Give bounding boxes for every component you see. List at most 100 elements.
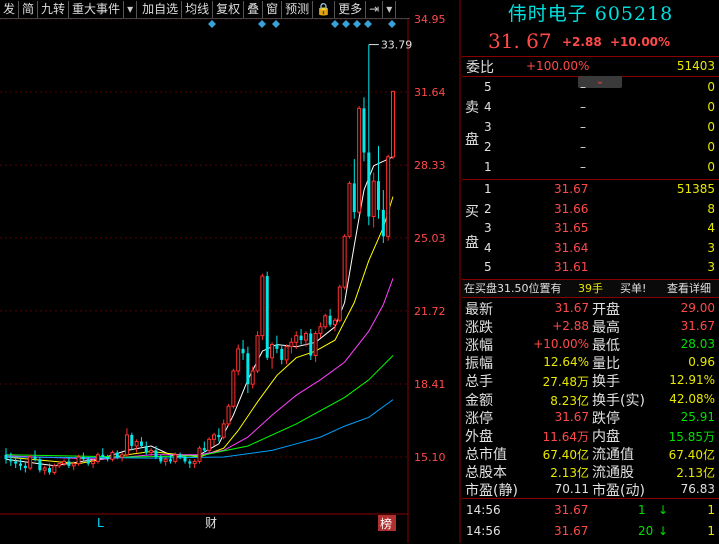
sell-level-row[interactable]: 2 – 0 xyxy=(462,138,719,157)
weibi-label: 委比 xyxy=(466,60,494,76)
stat-row: 振幅 12.64% 量比 0.96 xyxy=(462,353,719,372)
weibi-row: 委比 +100.00% 51403 xyxy=(462,57,719,76)
candle-body xyxy=(71,463,76,467)
candle-body xyxy=(178,454,182,457)
stat-row: 总股本 2.13亿 流通股 2.13亿 xyxy=(462,462,719,481)
status-hands: 39手 xyxy=(578,282,603,295)
chevron-down-icon[interactable]: ▾ xyxy=(383,0,397,18)
candle-body xyxy=(76,456,81,465)
toolbar-overlay-button[interactable]: 叠 xyxy=(244,0,264,18)
buy-level-row[interactable]: 1 31.67 51385 xyxy=(462,180,719,199)
trade-row[interactable]: 14:56 31.67 1 ↓ 1 xyxy=(462,501,719,523)
sell-price: – xyxy=(580,140,586,154)
stat-label: 最高 xyxy=(592,320,620,337)
stat-label: 流通值 xyxy=(592,446,634,463)
candle-body xyxy=(130,434,134,446)
stat-row: 涨停 31.67 跌停 25.91 xyxy=(462,408,719,427)
expand-icon[interactable]: ⇥ xyxy=(366,0,384,18)
candle-body xyxy=(38,459,42,471)
toolbar-adjust-button[interactable]: 复权 xyxy=(213,0,245,18)
stat-value: 12.91% xyxy=(669,373,715,388)
candle-body xyxy=(303,332,308,341)
toolbar-more-button[interactable]: 更多 xyxy=(335,0,367,18)
candle-body xyxy=(337,286,342,321)
stat-value: 8.23亿 xyxy=(550,393,589,408)
stat-value: +2.88 xyxy=(552,319,589,334)
candle-body xyxy=(323,315,328,328)
stat-label: 振幅 xyxy=(465,356,493,373)
sell-level: 2 xyxy=(484,140,492,154)
buy-level-row[interactable]: 5 31.61 3 xyxy=(462,258,719,277)
trade-row[interactable]: 14:56 31.67 20 ↓ 1 xyxy=(462,522,719,544)
divider xyxy=(462,498,719,499)
toolbar-forecast-button[interactable]: 预测 xyxy=(282,0,314,18)
buy-level: 1 xyxy=(484,182,492,196)
candle-body xyxy=(14,461,18,464)
event-marker-icon xyxy=(331,20,339,28)
current-price: 31. 67 xyxy=(488,29,552,53)
price-tick-label: 31.64 xyxy=(414,86,446,99)
toolbar-add-favorite-button[interactable]: 加自选 xyxy=(139,0,183,18)
candle-body xyxy=(139,441,143,446)
ma-line-ma30 xyxy=(5,355,394,458)
view-detail-link[interactable]: 查看详细 xyxy=(667,280,711,297)
stat-label: 涨跌 xyxy=(465,320,493,337)
candle-body xyxy=(52,465,57,473)
candle-body xyxy=(159,457,163,462)
candle-body xyxy=(332,319,337,326)
stock-title[interactable]: 伟时电子 605218 xyxy=(462,0,719,28)
sell-level: 3 xyxy=(484,120,492,134)
candle-body xyxy=(144,445,148,453)
candle-body xyxy=(67,461,71,466)
buy-level-row[interactable]: 2 31.66 8 xyxy=(462,200,719,219)
lock-icon[interactable]: 🔒 xyxy=(313,0,336,18)
candle-body xyxy=(163,458,168,462)
candle-body xyxy=(367,152,371,217)
event-l-marker: L xyxy=(97,516,104,530)
stat-value: 15.85万 xyxy=(668,429,715,444)
toolbar-dropdown-icon[interactable]: ▾ xyxy=(124,0,138,18)
candle-body xyxy=(294,335,299,343)
ma-line-ma5 xyxy=(5,156,394,467)
stat-value: 67.40亿 xyxy=(668,447,715,462)
buy-level-row[interactable]: 3 31.65 4 xyxy=(462,219,719,238)
candle-body xyxy=(149,449,154,454)
candle-body xyxy=(4,454,8,460)
candle-body xyxy=(362,108,366,153)
candle-body xyxy=(241,348,245,354)
candle-body xyxy=(207,438,212,451)
toolbar-major-events-button[interactable]: 重大事件 xyxy=(69,0,125,18)
candle-body xyxy=(120,454,125,458)
stat-row: 外盘 11.64万 内盘 15.85万 xyxy=(462,426,719,445)
sell-level-row[interactable]: 3 – 0 xyxy=(462,118,719,137)
weibi-volume: 51403 xyxy=(676,59,715,73)
toolbar-ma-button[interactable]: 均线 xyxy=(182,0,214,18)
trade-volume: 1 xyxy=(638,503,646,517)
candle-body xyxy=(217,434,221,438)
stat-label: 换手 xyxy=(592,374,620,391)
candle-body xyxy=(289,341,294,348)
toolbar-jian-button[interactable]: 简 xyxy=(19,0,39,18)
buy-volume: 8 xyxy=(707,201,715,216)
price-tick-label: 21.72 xyxy=(414,305,446,318)
buy-level-row[interactable]: 4 31.64 3 xyxy=(462,239,719,258)
candle-body xyxy=(255,335,260,372)
buy-price: 31.61 xyxy=(554,260,589,274)
sell-level-row[interactable]: 5 – 0 xyxy=(462,78,719,97)
toolbar-jiuzhuan-button[interactable]: 九转 xyxy=(38,0,70,18)
sell-level-row[interactable]: 4 – 0 xyxy=(462,98,719,117)
sell-level-row[interactable]: 1 – 0 xyxy=(462,158,719,177)
sell-level: 1 xyxy=(484,160,492,174)
toolbar-window-button[interactable]: 窗 xyxy=(263,0,283,18)
kline-chart[interactable]: 34.95 31.64 28.33 25.03 21.72 18.41 15.10 33.7… xyxy=(0,0,462,543)
toolbar-fa-button[interactable]: 发 xyxy=(0,0,20,18)
candle-body xyxy=(33,457,37,460)
down-arrow-icon: ↓ xyxy=(658,524,669,538)
candle-body xyxy=(91,460,96,465)
candle-body xyxy=(386,156,391,237)
candle-body xyxy=(192,460,197,465)
quote-row: 31. 67 +2.88 +10.00% xyxy=(462,28,719,56)
sell-volume: 0 xyxy=(707,80,715,94)
down-arrow-icon: ↓ xyxy=(658,503,669,517)
candle-body xyxy=(265,276,269,358)
